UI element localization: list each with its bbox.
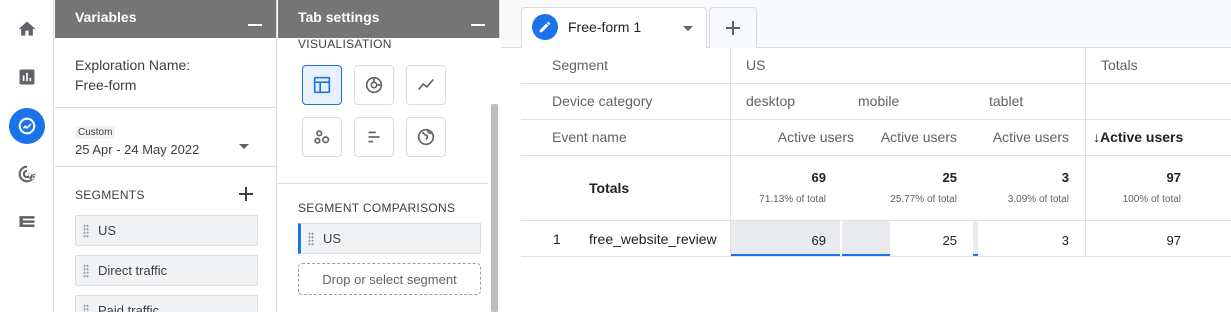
segment-label: US [98,223,117,238]
heat-cell [973,221,978,256]
variables-panel: Variables Exploration Name: Free-form Cu… [55,0,277,312]
drag-handle-icon[interactable] [83,304,89,312]
total-value: 3 [1061,170,1069,185]
geo-viz-icon[interactable] [406,117,446,157]
chevron-down-icon[interactable] [239,144,249,149]
segment-label: Paid traffic [98,303,160,312]
date-range-text: 25 Apr - 24 May 2022 [75,142,200,157]
share-bar [973,254,978,256]
row-divider [521,256,1231,257]
configure-icon[interactable] [9,204,45,240]
device-desktop: desktop [746,93,796,109]
total-value: 25 [942,170,957,185]
segment-chip[interactable]: Paid traffic [75,295,258,312]
exploration-canvas: Free-form 1 Segment US Totals Device cat… [501,0,1231,312]
date-range-picker[interactable]: Custom 25 Apr - 24 May 2022 [55,108,276,167]
tab-settings-panel: Tab settings VISUALISATION SEGMENT COMPA… [278,0,500,312]
home-icon[interactable] [9,11,45,47]
total-value: 69 [811,170,826,185]
tab-settings-header: Tab settings [278,0,499,38]
line-viz-icon[interactable] [406,65,446,105]
device-mobile: mobile [858,93,900,109]
tab-free-form-1[interactable]: Free-form 1 [521,7,707,48]
cell-value[interactable]: 97 [1167,233,1181,248]
donut-viz-icon[interactable] [354,65,394,105]
table-viz-icon[interactable] [302,65,342,105]
segments-title: SEGMENTS [75,188,145,202]
metric-header[interactable]: Active users [881,129,957,145]
metric-header[interactable]: Active users [993,129,1069,145]
totals-header: Totals [1101,57,1138,73]
scatter-viz-icon[interactable] [302,117,342,157]
advertising-icon[interactable] [9,156,45,192]
scrollbar-thumb[interactable] [491,104,498,312]
segment-header: Segment [552,57,609,73]
total-percent: 71.13% of total [759,194,826,205]
bar-viz-icon[interactable] [354,117,394,157]
total-value: 97 [1166,170,1181,185]
visualisation-label: VISUALISATION [298,37,392,48]
reports-icon[interactable] [9,59,45,95]
plus-icon [726,21,740,35]
total-percent: 100% of total [1122,194,1181,205]
segment-comparison-label: US [323,231,342,246]
add-segment-icon[interactable] [239,187,253,201]
segment-comparisons-title: SEGMENT COMPARISONS [298,201,456,215]
minimize-icon[interactable] [471,12,485,26]
tab-settings-title: Tab settings [298,9,380,25]
divider [278,183,488,184]
share-bar [842,254,890,256]
drop-segment-zone[interactable]: Drop or select segment [298,263,481,295]
totals-row-label: Totals [589,180,630,196]
row-divider [521,83,1231,84]
exploration-name-label: Exploration Name: [75,57,191,73]
heat-cell [842,221,890,256]
left-nav-rail [0,0,54,312]
minimize-icon[interactable] [248,12,262,26]
exploration-name-field[interactable]: Free-form [75,75,256,95]
drag-handle-icon[interactable] [83,224,89,238]
segment-chip[interactable]: US [75,215,258,246]
cell-value[interactable]: 25 [943,233,957,248]
total-percent: 25.77% of total [890,194,957,205]
row-divider [521,119,1231,120]
event-name-header: Event name [552,129,627,145]
variables-title: Variables [75,9,137,25]
tab-bar: Free-form 1 [501,0,1231,48]
cell-value[interactable]: 3 [1062,233,1069,248]
add-tab-button[interactable] [709,7,757,48]
device-tablet: tablet [989,93,1024,109]
exploration-name-section: Exploration Name: Free-form [55,38,276,108]
event-name-cell[interactable]: free_website_review [589,231,717,247]
explore-icon[interactable] [9,108,45,144]
segment-comparison-chip[interactable]: US [298,223,481,254]
metric-header[interactable]: Active users [778,129,854,145]
sorted-metric-header[interactable]: ↓Active users [1093,129,1183,145]
segment-label: Direct traffic [98,263,168,278]
segments-section: SEGMENTS [55,167,276,215]
segment-chip[interactable]: Direct traffic [75,255,258,286]
total-percent: 3.09% of total [1007,194,1069,205]
custom-badge: Custom [75,126,116,139]
variables-header: Variables [55,0,276,38]
share-bar [731,254,840,256]
row-index: 1 [553,231,561,247]
device-category-header: Device category [552,93,653,109]
edit-pencil-icon[interactable] [532,14,558,40]
cell-value[interactable]: 69 [812,233,826,248]
segment-value: US [746,57,766,73]
row-divider [521,155,1231,156]
drag-handle-icon[interactable] [83,264,89,278]
drag-handle-icon[interactable] [308,232,314,246]
tab-label: Free-form 1 [568,19,642,35]
tab-menu-chevron-icon[interactable] [683,26,693,31]
column-divider [1085,48,1086,257]
